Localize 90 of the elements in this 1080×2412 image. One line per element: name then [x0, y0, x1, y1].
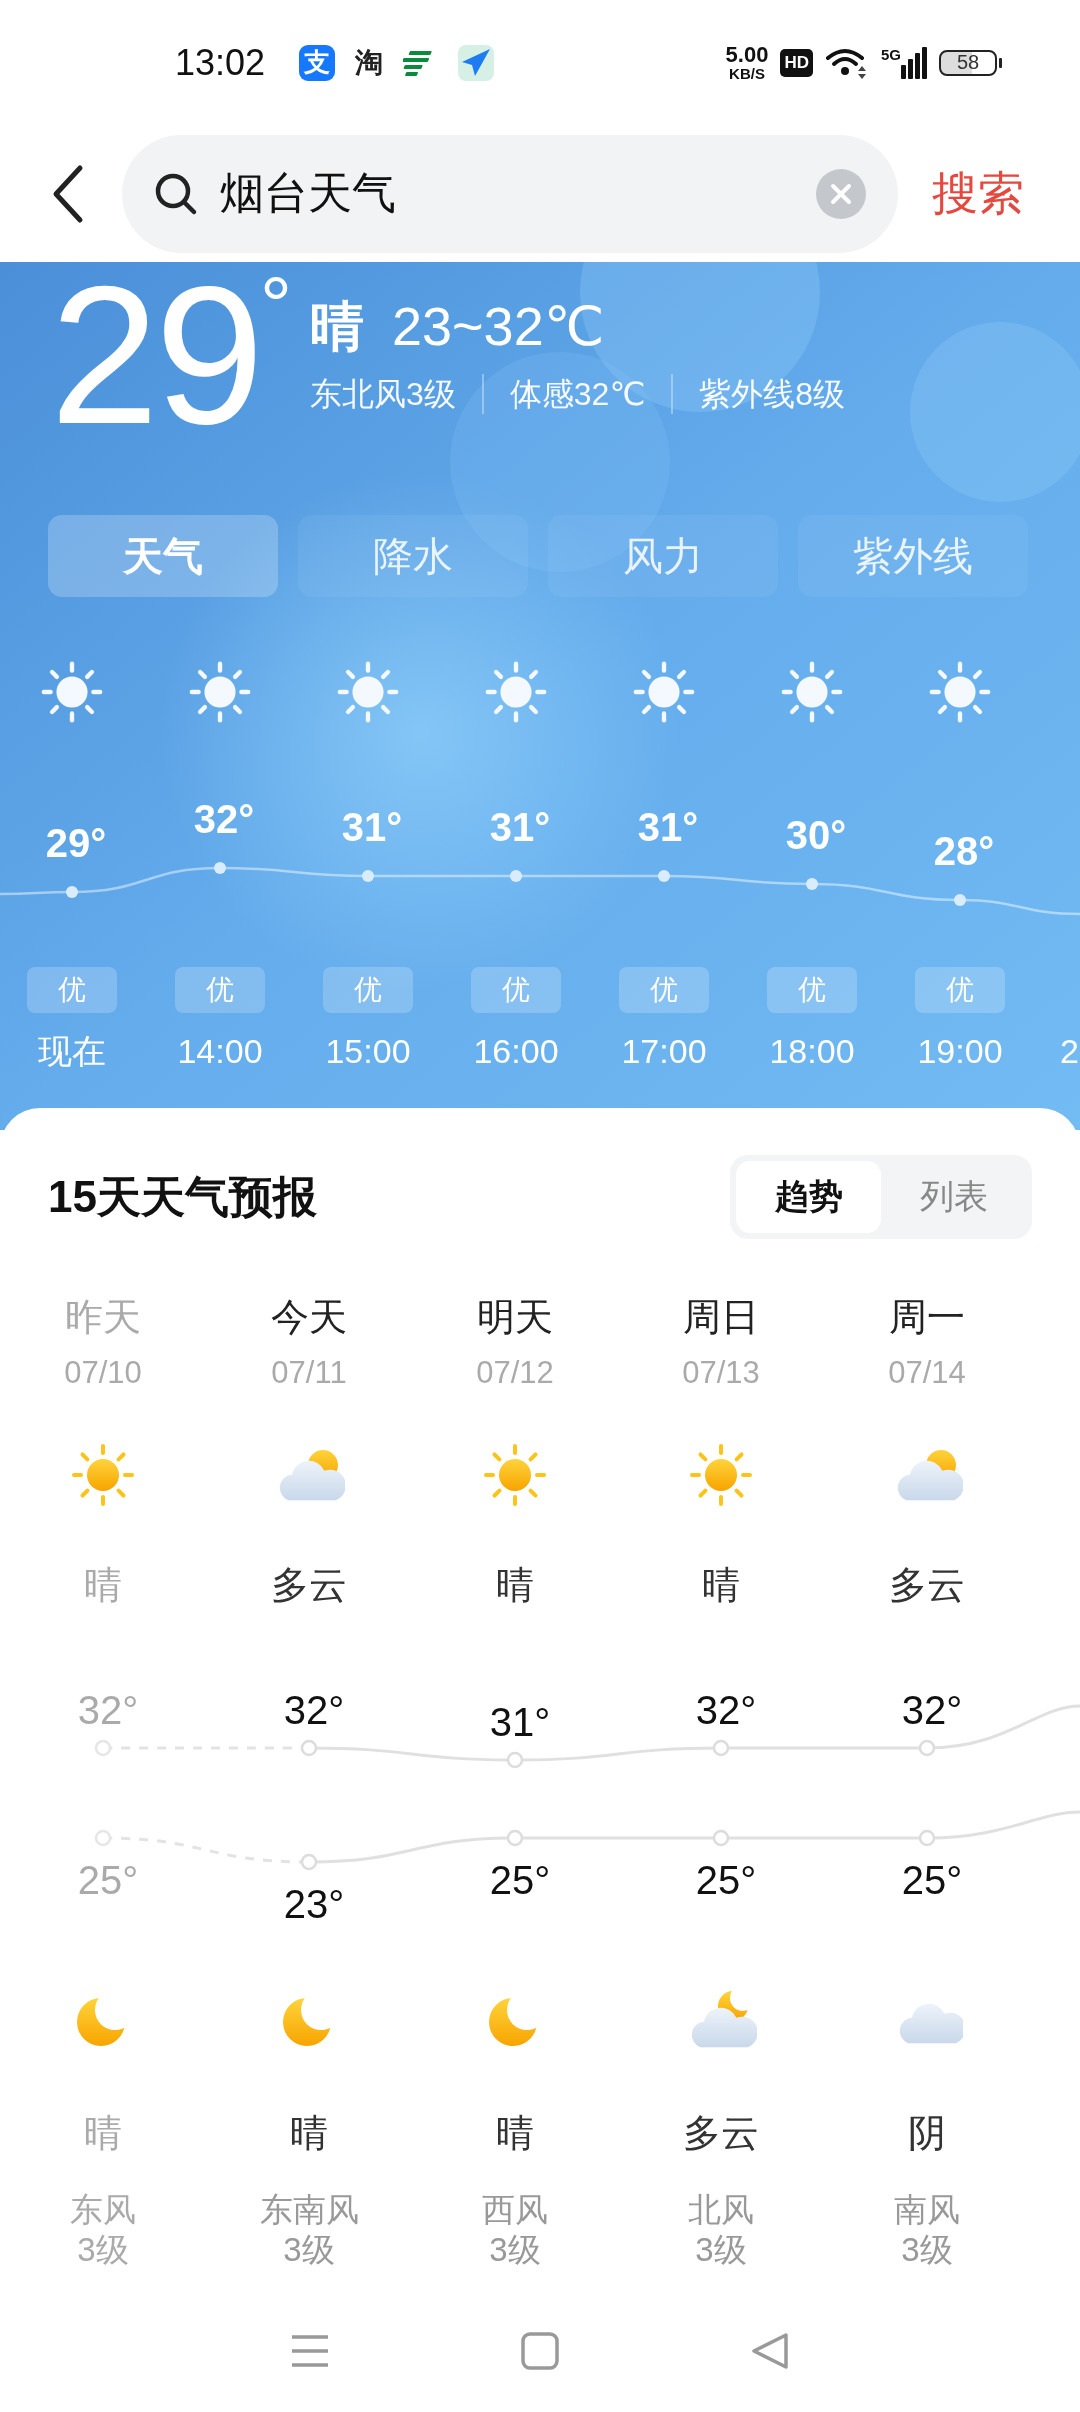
air-quality-badge: 优	[619, 967, 709, 1013]
high-temperature: 32°	[76, 1687, 139, 1733]
signal-icon	[901, 46, 927, 79]
hourly-temperature: 28°	[932, 829, 995, 873]
night-condition: 晴	[290, 2111, 328, 2156]
hourly-temperature: 31°	[636, 805, 699, 849]
wind-direction: 东南风	[259, 2190, 359, 2230]
air-quality-badge: 优	[471, 967, 561, 1013]
date-label: 07/11	[271, 1354, 347, 1392]
network-type: 5G	[881, 46, 901, 62]
night-condition: 晴	[496, 2111, 534, 2156]
low-temperature: 25°	[488, 1857, 551, 1903]
weather-detail: 体感32℃	[481, 374, 672, 414]
weather-detail: 紫外线8级	[671, 374, 872, 414]
hour-label: 17:00	[621, 1031, 707, 1071]
wind-direction: 北风	[688, 2190, 754, 2230]
wind-direction: 西风	[482, 2190, 548, 2230]
battery-icon: 58	[939, 49, 997, 76]
temperature-range: 23~32℃	[392, 295, 605, 358]
wind-level: 3级	[283, 2230, 335, 2270]
weather-condition: 晴	[310, 295, 364, 358]
payment-app-icon: 支	[299, 44, 336, 81]
search-button[interactable]: 搜索	[932, 162, 1024, 225]
tab[interactable]: 天气	[48, 515, 278, 597]
hour-label: 14:00	[177, 1031, 263, 1071]
weather-detail: 东北风3级	[310, 375, 457, 414]
wind-level: 3级	[489, 2230, 541, 2270]
hour-label: 15:00	[325, 1031, 411, 1071]
date-label: 07/12	[476, 1354, 554, 1392]
night-condition: 多云	[683, 2111, 759, 2156]
high-temperature: 32°	[282, 1687, 345, 1733]
day-condition: 晴	[84, 1563, 122, 1608]
hourly-temperature: 29°	[44, 821, 107, 865]
tab[interactable]: 风力	[548, 515, 778, 597]
day-condition: 晴	[496, 1563, 534, 1608]
search-icon	[154, 171, 198, 216]
wind-direction: 南风	[894, 2190, 960, 2230]
date-label: 07/10	[64, 1354, 142, 1392]
current-temperature: 29$^{°}$	[50, 262, 288, 456]
wind-level: 3级	[901, 2230, 953, 2270]
hour-label: 现在	[38, 1031, 106, 1071]
section-title: 15天天气预报	[48, 1170, 317, 1223]
search-field[interactable]: 烟台天气	[122, 134, 898, 253]
day-condition: 多云	[889, 1563, 965, 1608]
paper-plane-app-icon	[457, 43, 496, 82]
search-input[interactable]: 烟台天气	[220, 168, 816, 219]
tab[interactable]: 紫外线	[798, 515, 1028, 597]
day-condition: 晴	[702, 1563, 740, 1608]
hourly-temperature: 31°	[340, 805, 403, 849]
hour-label: 16:00	[473, 1031, 559, 1071]
day-label: 周一	[889, 1295, 965, 1340]
air-quality-badge: 优	[323, 967, 413, 1013]
hourly-temperature: 30°	[784, 813, 847, 857]
day-label: 周日	[683, 1295, 759, 1340]
view-tab[interactable]: 趋势	[736, 1161, 881, 1233]
wind-direction: 东风	[70, 2190, 136, 2230]
air-quality-badge: 优	[767, 967, 857, 1013]
hd-badge: HD	[780, 48, 813, 77]
hourly-temperature: 31°	[488, 805, 551, 849]
tab[interactable]: 降水	[298, 515, 528, 597]
wind-level: 3级	[695, 2230, 747, 2270]
network-speed: 5.00 KB/S	[725, 44, 769, 81]
high-temperature: 31°	[488, 1699, 551, 1745]
hour-label: 2	[1060, 1031, 1079, 1071]
day-label: 今天	[271, 1295, 347, 1340]
home-icon[interactable]	[520, 2331, 560, 2371]
high-temperature: 32°	[900, 1687, 963, 1733]
night-condition: 阴	[908, 2111, 946, 2156]
low-temperature: 25°	[694, 1857, 757, 1903]
shopping-app-icon: 淘	[355, 43, 384, 82]
air-quality-badge: 优	[27, 967, 117, 1013]
low-temperature: 25°	[76, 1857, 139, 1903]
low-temperature: 25°	[900, 1857, 963, 1903]
day-label: 明天	[477, 1295, 553, 1340]
air-quality-badge: 优	[175, 967, 265, 1013]
high-temperature: 32°	[694, 1687, 757, 1733]
air-quality-badge: 优	[915, 967, 1005, 1013]
night-condition: 晴	[84, 2111, 122, 2156]
wind-level: 3级	[77, 2230, 129, 2270]
clear-icon[interactable]	[816, 168, 866, 219]
date-label: 07/13	[682, 1354, 760, 1392]
hour-label: 19:00	[917, 1031, 1003, 1071]
hour-label: 18:00	[769, 1031, 855, 1071]
hourly-temperature: 32°	[192, 797, 255, 841]
low-temperature: 23°	[282, 1881, 345, 1927]
day-label: 昨天	[65, 1295, 141, 1340]
date-label: 07/14	[888, 1354, 966, 1392]
clock-time: 13:02	[175, 41, 266, 84]
view-tab[interactable]: 列表	[881, 1161, 1026, 1233]
day-condition: 多云	[271, 1563, 347, 1608]
